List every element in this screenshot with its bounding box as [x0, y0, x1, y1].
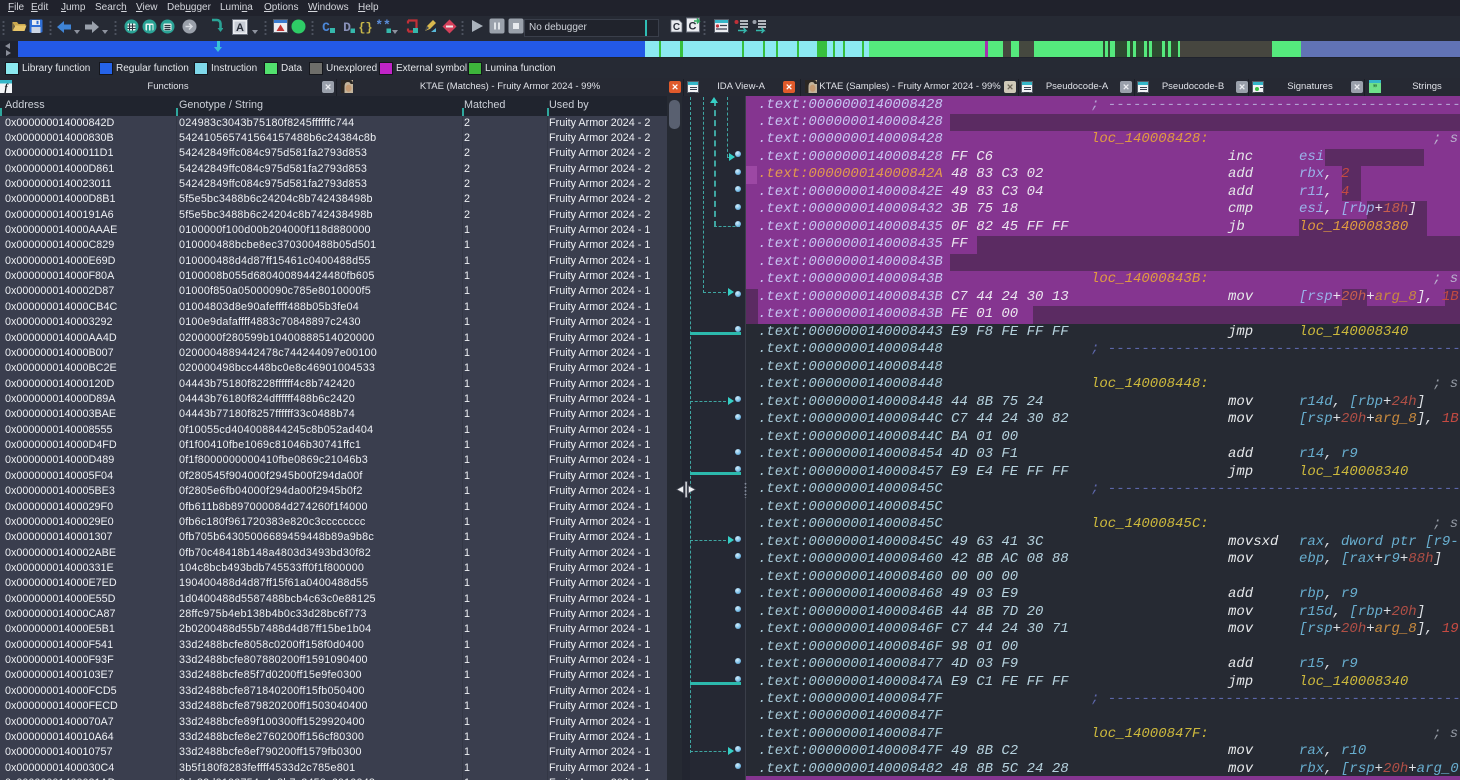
- svg-text:A: A: [236, 22, 244, 34]
- svg-text:C: C: [673, 22, 680, 33]
- svg-text:C: C: [322, 20, 330, 34]
- svg-text:”: ”: [1373, 83, 1378, 93]
- svg-text:C: C: [689, 21, 697, 33]
- svg-text:{}: {}: [358, 21, 372, 34]
- svg-text:D: D: [343, 20, 351, 34]
